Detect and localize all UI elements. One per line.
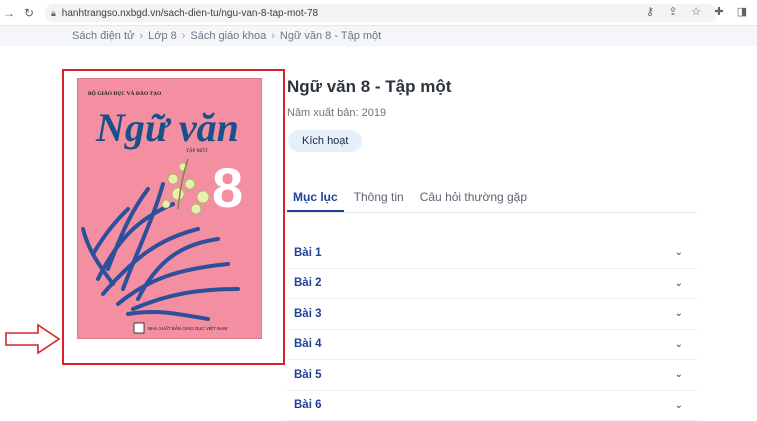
chevron-down-icon[interactable]: ⌄: [675, 369, 683, 380]
highlight-box: [62, 69, 285, 365]
book-title: Ngữ văn 8 - Tập một: [287, 77, 451, 97]
breadcrumb-item: Ngữ văn 8 - Tập một: [280, 30, 381, 42]
chevron-right-icon: ›: [271, 30, 275, 42]
tab-info[interactable]: Thông tin: [348, 186, 410, 212]
tab-table-of-contents[interactable]: Mục lục: [287, 186, 344, 212]
lesson-label: Bài 5: [294, 369, 322, 381]
book-tabs: Mục lục Thông tin Câu hỏi thường gặp: [287, 186, 697, 213]
star-icon[interactable]: ☆: [689, 5, 703, 18]
lesson-label: Bài 3: [294, 308, 322, 320]
arrow-right-icon: [4, 322, 62, 356]
share-icon[interactable]: ⇪: [666, 5, 680, 18]
lesson-item[interactable]: Bài 6 ⌄: [287, 391, 697, 421]
lesson-label: Bài 6: [294, 399, 322, 411]
lesson-item[interactable]: Bài 5 ⌄: [287, 360, 697, 391]
breadcrumb: Sách điện tử › Lớp 8 › Sách giáo khoa › …: [0, 26, 757, 46]
lesson-label: Bài 4: [294, 338, 322, 350]
address-bar[interactable]: 🔒︎ hanhtrangso.nxbgd.vn/sach-dien-tu/ngu…: [45, 4, 717, 22]
lesson-label: Bài 1: [294, 247, 322, 259]
lesson-label: Bài 2: [294, 277, 322, 289]
extensions-icon[interactable]: ✚: [712, 5, 726, 18]
chevron-down-icon[interactable]: ⌄: [675, 247, 683, 258]
browser-toolbar: → ↻ 🔒︎ hanhtrangso.nxbgd.vn/sach-dien-tu…: [0, 0, 757, 26]
activate-button[interactable]: Kích hoạt: [288, 130, 362, 152]
lesson-item[interactable]: Bài 1 ⌄: [287, 238, 697, 269]
chevron-down-icon[interactable]: ⌄: [675, 308, 683, 319]
chevron-down-icon[interactable]: ⌄: [675, 339, 683, 350]
lock-icon: 🔒︎: [51, 8, 56, 19]
lesson-item[interactable]: Bài 3 ⌄: [287, 299, 697, 330]
lesson-list: Bài 1 ⌄ Bài 2 ⌄ Bài 3 ⌄ Bài 4 ⌄ Bài 5 ⌄ …: [287, 238, 697, 421]
key-icon[interactable]: ⚷: [643, 5, 657, 18]
lesson-item[interactable]: Bài 4 ⌄: [287, 330, 697, 361]
breadcrumb-item[interactable]: Sách điện tử: [72, 30, 134, 42]
breadcrumb-item[interactable]: Sách giáo khoa: [190, 30, 266, 42]
breadcrumb-item[interactable]: Lớp 8: [148, 30, 177, 42]
tab-faq[interactable]: Câu hỏi thường gặp: [414, 186, 533, 212]
side-panel-icon[interactable]: ◨: [735, 5, 749, 18]
chevron-right-icon: ›: [182, 30, 186, 42]
chevron-down-icon[interactable]: ⌄: [675, 278, 683, 289]
url-text: hanhtrangso.nxbgd.vn/sach-dien-tu/ngu-va…: [62, 8, 318, 19]
publication-year: Năm xuất bản: 2019: [287, 107, 386, 119]
chevron-right-icon: ›: [139, 30, 143, 42]
back-icon[interactable]: →: [0, 4, 18, 22]
chevron-down-icon[interactable]: ⌄: [675, 400, 683, 411]
lesson-item[interactable]: Bài 2 ⌄: [287, 269, 697, 300]
reload-icon[interactable]: ↻: [20, 4, 38, 22]
